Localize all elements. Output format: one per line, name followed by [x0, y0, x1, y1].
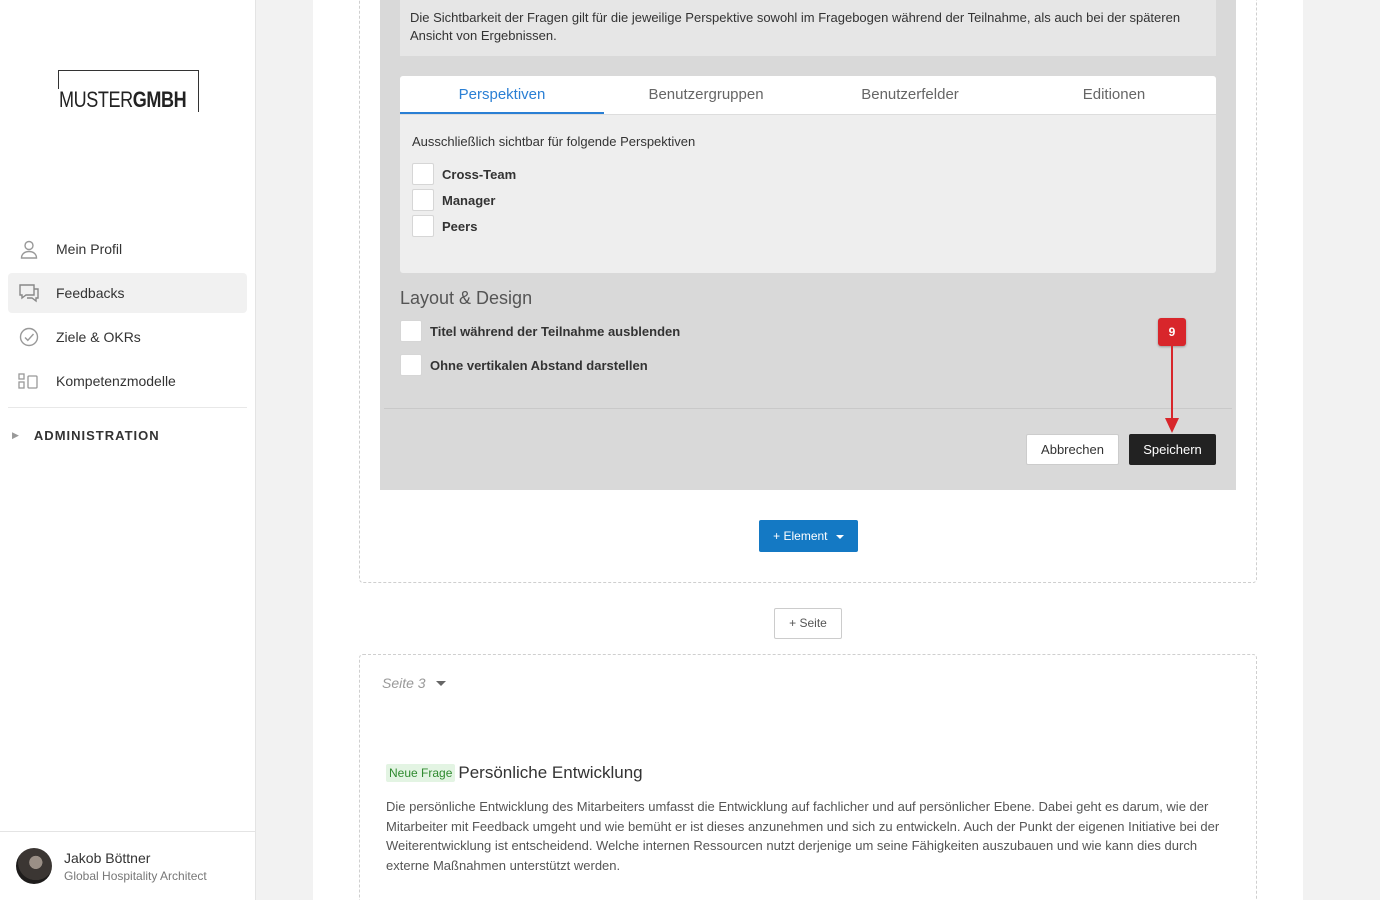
add-page-button[interactable]: + Seite — [774, 608, 842, 639]
peers-checkbox[interactable] — [412, 215, 434, 237]
logo-text: MUSTERGMBH — [59, 87, 187, 112]
manager-checkbox[interactable] — [412, 189, 434, 211]
visibility-tabs: Perspektiven Benutzergruppen Benutzerfel… — [400, 76, 1216, 115]
sidebar-item-label: Ziele & OKRs — [56, 329, 141, 345]
tab-benutzerfelder[interactable]: Benutzerfelder — [808, 76, 1012, 114]
user-name: Jakob Böttner — [64, 850, 151, 866]
sidebar-item-label: Kompetenzmodelle — [56, 373, 176, 389]
checkbox-label: Titel während der Teilnahme ausblenden — [430, 323, 681, 339]
add-element-button[interactable]: + Element — [759, 520, 858, 552]
add-element-label: + Element — [773, 529, 828, 543]
sidebar-item-kompetenzmodelle[interactable]: Kompetenzmodelle — [8, 361, 247, 401]
sidebar-item-label: Feedbacks — [56, 285, 125, 301]
question-title[interactable]: Persönliche Entwicklung — [458, 763, 642, 783]
option-hide-title: Titel während der Teilnahme ausblenden — [400, 320, 680, 342]
perspective-manager: Manager — [412, 187, 1204, 213]
tab-benutzergruppen[interactable]: Benutzergruppen — [604, 76, 808, 114]
user-icon — [18, 238, 40, 260]
user-profile[interactable]: Jakob Böttner Global Hospitality Archite… — [0, 831, 255, 900]
checkbox-label: Manager — [442, 192, 496, 208]
caret-right-icon: ▶ — [12, 430, 20, 440]
question-header: Neue Frage Persönliche Entwicklung — [386, 763, 643, 783]
admin-label: ADMINISTRATION — [33, 428, 160, 443]
checkbox-label: Peers — [442, 218, 478, 234]
main-nav: Mein Profil Feedbacks Ziele & OKRs Kompe… — [8, 229, 247, 405]
company-logo: MUSTERGMBH — [58, 70, 199, 113]
arrow-down-icon — [1165, 346, 1179, 433]
nav-divider — [8, 407, 247, 408]
user-role: Global Hospitality Architect — [64, 869, 207, 883]
checkbox-label: Cross-Team — [442, 166, 517, 182]
sidebar-item-ziele-okrs[interactable]: Ziele & OKRs — [8, 317, 247, 357]
save-button[interactable]: Speichern — [1129, 434, 1216, 465]
tab-editionen[interactable]: Editionen — [1012, 76, 1216, 114]
hide-title-checkbox[interactable] — [400, 320, 422, 342]
tab-perspektiven[interactable]: Perspektiven — [400, 76, 604, 114]
sidebar-item-label: Mein Profil — [56, 241, 123, 257]
perspective-peers: Peers — [412, 213, 1204, 239]
perspectives-label: Ausschließlich sichtbar für folgende Per… — [412, 134, 696, 149]
caret-down-icon — [435, 680, 446, 686]
editor-divider — [384, 408, 1232, 409]
cancel-button[interactable]: Abbrechen — [1026, 434, 1119, 465]
check-circle-icon — [18, 326, 40, 348]
new-question-tag: Neue Frage — [386, 764, 456, 782]
logo-part1: MUSTER — [59, 87, 133, 112]
page-3-label: Seite 3 — [382, 675, 426, 691]
visibility-tabs-card: Perspektiven Benutzergruppen Benutzerfel… — [400, 76, 1216, 273]
logo-part2: GMBH — [132, 87, 187, 112]
caret-down-icon — [835, 534, 844, 539]
page-3-dropdown[interactable]: Seite 3 — [382, 675, 446, 691]
chat-icon — [18, 282, 40, 304]
layout-design-heading: Layout & Design — [400, 288, 533, 308]
option-no-spacing: Ohne vertikalen Abstand darstellen — [400, 354, 648, 376]
no-spacing-checkbox[interactable] — [400, 354, 422, 376]
perspectives-panel: Ausschließlich sichtbar für folgende Per… — [400, 115, 1216, 258]
step-badge: 9 — [1158, 318, 1186, 346]
model-icon — [18, 370, 40, 392]
sidebar-item-mein-profil[interactable]: Mein Profil — [8, 229, 247, 269]
checkbox-label: Ohne vertikalen Abstand darstellen — [430, 357, 648, 373]
perspective-cross-team: Cross-Team — [412, 161, 1204, 187]
cross-team-checkbox[interactable] — [412, 163, 434, 185]
sidebar-item-administration[interactable]: ▶ ADMINISTRATION — [12, 428, 160, 443]
sidebar: MUSTERGMBH Mein Profil Feedbacks Ziele &… — [0, 0, 256, 900]
sidebar-item-feedbacks[interactable]: Feedbacks — [8, 273, 247, 313]
question-description: Die persönliche Entwicklung des Mitarbei… — [386, 799, 1220, 874]
avatar — [16, 848, 52, 884]
visibility-info-text: Die Sichtbarkeit der Fragen gilt für die… — [400, 0, 1216, 56]
